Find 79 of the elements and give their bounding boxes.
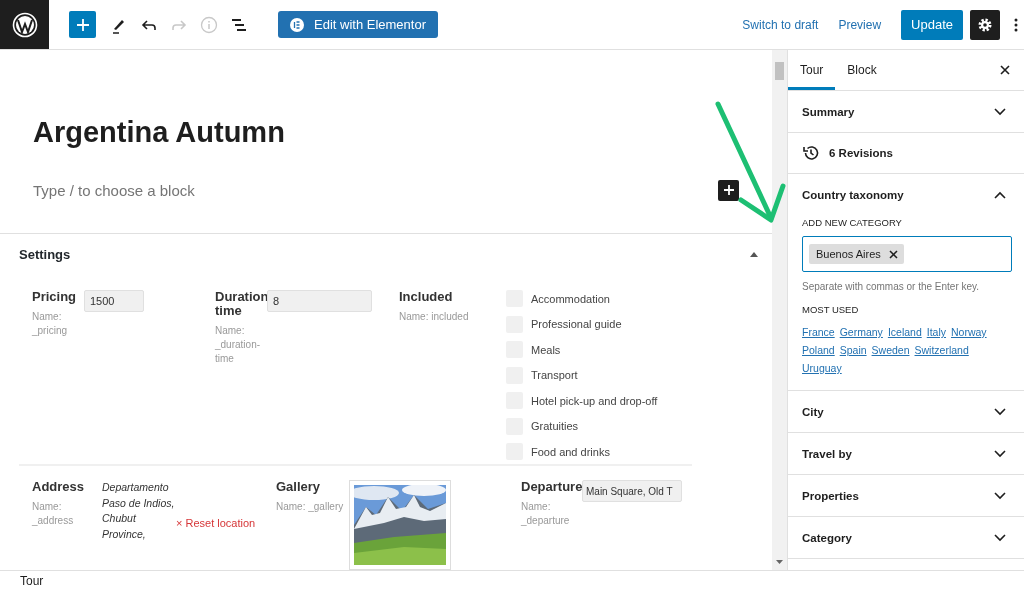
address-text: Departamento Paso de Indios, Chubut Province, <box>102 480 176 542</box>
checkbox-label[interactable]: Transport <box>531 369 578 381</box>
settings-button[interactable] <box>970 9 1000 40</box>
panel-title: Travel by <box>802 447 852 460</box>
post-title[interactable]: Argentina Autumn <box>33 116 772 149</box>
history-icon <box>802 144 820 162</box>
field-label: Gallery <box>276 480 322 494</box>
scrollbar[interactable] <box>772 50 787 570</box>
update-button[interactable]: Update <box>901 9 963 40</box>
category-link[interactable]: Switzerland <box>914 344 969 356</box>
block-placeholder[interactable]: Type / to choose a block <box>33 181 195 199</box>
category-link[interactable]: Iceland <box>887 326 922 338</box>
panel-title: Category <box>802 531 852 544</box>
plus-icon <box>75 17 90 32</box>
panel-header[interactable]: Travel by <box>788 433 1024 474</box>
field-label: Duration time <box>215 290 267 318</box>
panel-title: City <box>802 405 824 418</box>
category-link[interactable]: Sweden <box>871 344 910 356</box>
checkbox-label[interactable]: Professional guide <box>531 318 622 330</box>
field-name: Name: _duration-time <box>215 324 262 366</box>
settings-title: Settings <box>19 246 71 262</box>
panel-header[interactable]: Country taxonomy <box>788 174 1024 215</box>
remove-icon[interactable] <box>888 249 898 259</box>
field-name: Name: _address <box>32 500 75 528</box>
category-link[interactable]: Germany <box>839 326 883 338</box>
elementor-icon <box>290 17 304 32</box>
more-options-icon[interactable] <box>1014 16 1018 33</box>
help-text: Separate with commas or the Enter key. <box>802 281 981 292</box>
close-icon[interactable] <box>1000 65 1010 75</box>
revisions-label: 6 Revisions <box>829 147 893 159</box>
logo-icon <box>11 11 38 38</box>
field-name: Name: included <box>399 310 470 324</box>
category-link[interactable]: Norway <box>951 326 987 338</box>
settings-icon <box>977 16 993 33</box>
revisions-row[interactable]: 6 Revisions <box>788 133 1024 174</box>
scrollbar-thumb[interactable] <box>775 62 784 80</box>
section-label: MOST USED <box>802 304 860 315</box>
scroll-down-icon[interactable] <box>776 560 783 564</box>
token-label: Buenos Aires <box>816 248 881 260</box>
sidebar-tab[interactable]: Block <box>835 50 889 90</box>
wordpress-logo[interactable] <box>0 0 49 49</box>
panel-title: Country taxonomy <box>802 188 904 201</box>
checkbox-label[interactable]: Accommodation <box>531 292 610 305</box>
field-label: Departure <box>521 480 582 494</box>
add-block-button[interactable] <box>718 179 739 201</box>
breadcrumb[interactable]: Tour <box>20 573 44 588</box>
plus-icon <box>722 184 735 196</box>
section-label: ADD NEW CATEGORY <box>802 217 903 228</box>
panel-title: Summary <box>802 105 855 118</box>
edit-with-elementor-button[interactable]: Edit with Elementor <box>278 11 438 38</box>
category-link[interactable]: France <box>802 326 835 338</box>
checkbox-label[interactable]: Food and drinks <box>531 445 610 458</box>
checkbox-label[interactable]: Hotel pick-up and drop-off <box>531 394 658 407</box>
switch-to-draft-link[interactable]: Switch to draft <box>742 17 819 32</box>
field-name: Name: _departure <box>521 500 571 528</box>
panel-header[interactable]: Properties <box>788 475 1024 516</box>
field-label: Pricing <box>32 290 78 304</box>
text-field[interactable]: 8 <box>267 290 372 312</box>
checkbox-label[interactable]: Gratuities <box>531 420 579 432</box>
sidebar-tab[interactable]: Tour <box>788 50 836 90</box>
category-link[interactable]: Poland <box>802 344 835 356</box>
text-field[interactable]: Main Square, Old T <box>582 480 682 502</box>
panel-header[interactable]: Summary <box>788 91 1024 132</box>
reset-location-link[interactable]: × Reset location <box>176 517 256 531</box>
field-name: Name: _gallery <box>276 500 345 514</box>
category-link[interactable]: Italy <box>926 326 946 338</box>
category-link[interactable]: Uruguay <box>802 362 842 374</box>
settings-panel-header[interactable]: Settings <box>0 234 772 274</box>
text-field[interactable]: 1500 <box>84 290 144 312</box>
checkbox-label[interactable]: Meals <box>531 343 561 356</box>
preview-link[interactable]: Preview <box>838 17 882 32</box>
field-label: Address <box>32 480 86 494</box>
field-label: Included <box>399 290 454 304</box>
category-input-field[interactable]: Buenos Aires <box>802 236 1012 272</box>
field-name: Name: _pricing <box>32 310 69 338</box>
category-link[interactable]: Spain <box>839 344 867 356</box>
panel-header[interactable]: Category <box>788 517 1024 558</box>
panel-title: Properties <box>802 489 859 502</box>
panel-header[interactable]: City <box>788 391 1024 432</box>
